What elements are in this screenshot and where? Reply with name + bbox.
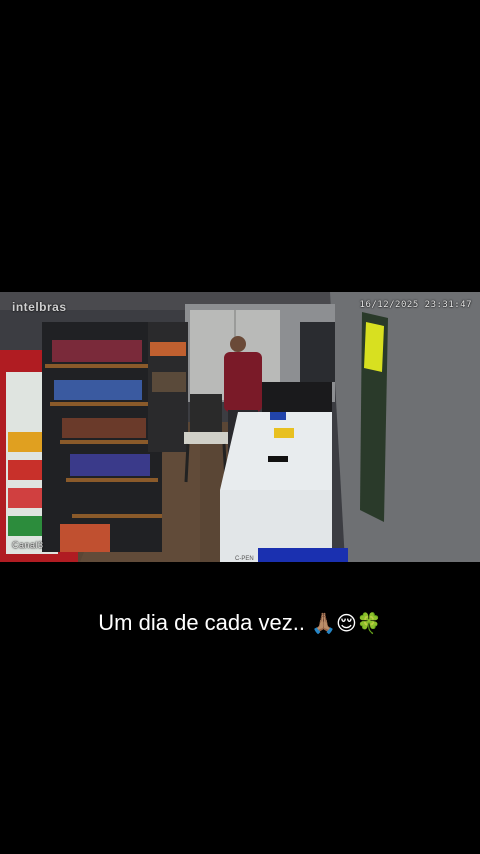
camera-timestamp: 16/12/2025 23:31:47 — [359, 300, 472, 310]
video-caption: Um dia de cada vez.. 🙏🏽😌🍀 — [0, 610, 480, 636]
camera-brand-watermark: intelbras — [12, 300, 67, 314]
fridge-label: C-PEN — [235, 556, 254, 562]
cctv-video-frame[interactable]: C-PEN intelbras 16/12/2025 23:31:47 Cana… — [0, 292, 480, 562]
camera-channel-label: Canal3 — [12, 540, 44, 550]
caption-text: Um dia de cada vez.. — [98, 610, 312, 635]
store-scene: C-PEN — [0, 292, 480, 562]
caption-emoji-icons: 🙏🏽😌🍀 — [311, 611, 382, 635]
